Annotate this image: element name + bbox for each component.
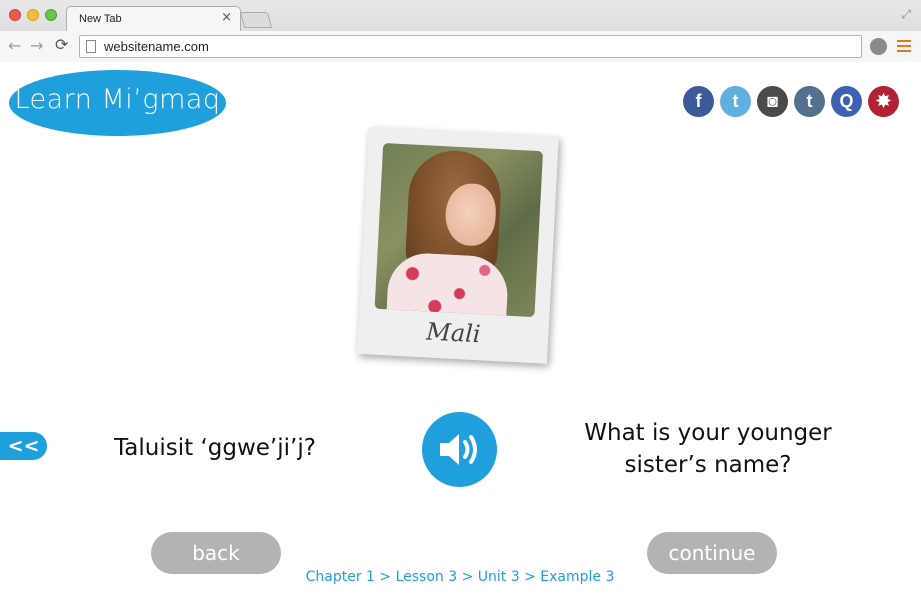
browser-tab[interactable]: New Tab × <box>66 6 241 31</box>
page-icon <box>86 40 96 53</box>
browser-chrome: New Tab × ⤢ ← → ⟳ websitename.com <box>0 0 921 62</box>
back-button[interactable]: back <box>151 532 281 574</box>
facebook-icon[interactable]: f <box>683 86 714 117</box>
photo-caption: Mali <box>425 317 482 349</box>
url-text: websitename.com <box>104 39 209 54</box>
logo-text: Learn Mi’gmaq <box>14 84 221 115</box>
extension-icon[interactable] <box>870 38 887 55</box>
tumblr-icon[interactable]: t <box>794 86 825 117</box>
page-content: Learn Mi’gmaq f t ◙ t Q ✸ Mali << Taluis… <box>0 62 921 596</box>
play-audio-button[interactable] <box>422 412 497 487</box>
menu-icon[interactable] <box>897 40 911 55</box>
mikmaq-phrase: Taluisit ‘ggwe’ji’j? <box>114 435 316 461</box>
english-line-1: What is your younger <box>584 420 832 446</box>
previous-arrow-button[interactable]: << <box>0 432 47 460</box>
english-line-2: sister’s name? <box>624 452 792 478</box>
address-bar[interactable]: websitename.com <box>79 35 862 58</box>
continue-button[interactable]: continue <box>647 532 777 574</box>
twitter-icon[interactable]: t <box>720 86 751 117</box>
tab-title: New Tab <box>79 13 122 25</box>
instagram-icon[interactable]: ◙ <box>757 86 788 117</box>
logo[interactable]: Learn Mi’gmaq <box>9 70 226 136</box>
tab-close-icon[interactable]: × <box>221 10 232 25</box>
speaker-icon <box>440 434 477 465</box>
quora-icon[interactable]: Q <box>831 86 862 117</box>
fullscreen-icon[interactable]: ⤢ <box>901 7 911 22</box>
tab-bar: New Tab × ⤢ <box>0 0 921 31</box>
english-translation: What is your younger sister’s name? <box>560 417 856 481</box>
reload-icon[interactable]: ⟳ <box>55 35 68 54</box>
minimize-window-button[interactable] <box>27 9 39 21</box>
back-arrow-icon[interactable]: ← <box>8 36 21 55</box>
new-tab-button[interactable] <box>239 12 273 28</box>
star-emblem-icon[interactable]: ✸ <box>868 86 899 117</box>
girl-photo <box>374 142 544 318</box>
forward-arrow-icon[interactable]: → <box>30 36 43 55</box>
breadcrumb[interactable]: Chapter 1 > Lesson 3 > Unit 3 > Example … <box>250 569 670 585</box>
maximize-window-button[interactable] <box>45 9 57 21</box>
close-window-button[interactable] <box>9 9 21 21</box>
browser-toolbar: ← → ⟳ websitename.com <box>0 31 921 62</box>
polaroid-photo: Mali <box>357 127 559 364</box>
